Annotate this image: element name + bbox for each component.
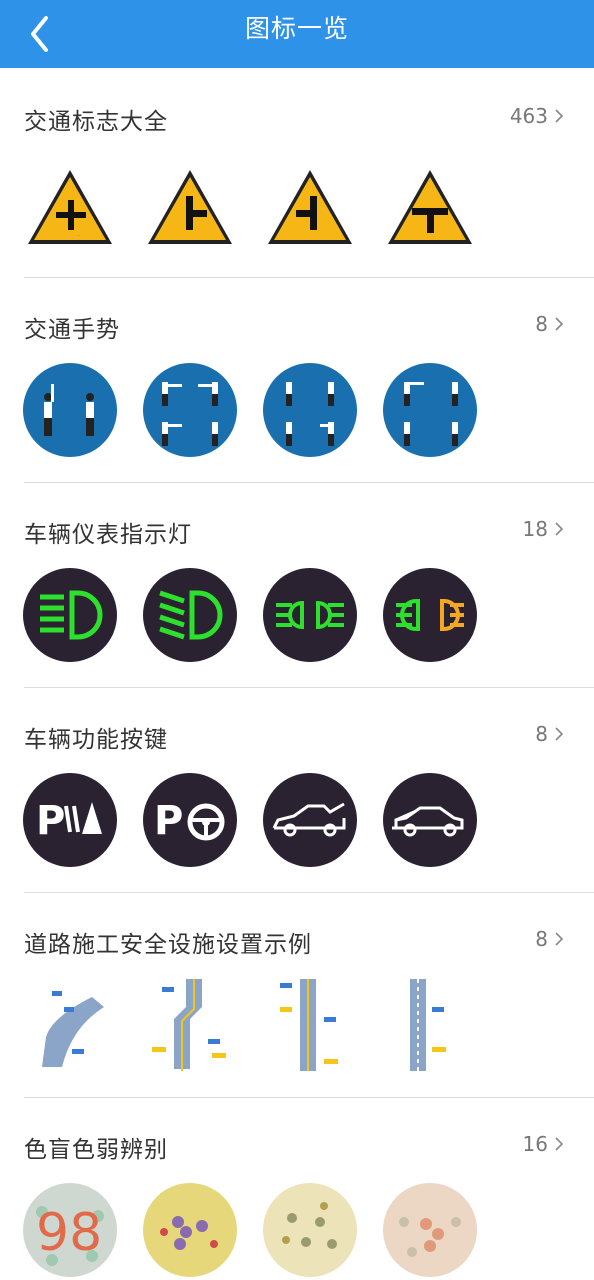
count-label: 8	[535, 312, 548, 336]
park-assist-icon[interactable]: P	[142, 772, 238, 868]
section-vehicle-buttons[interactable]: 车辆功能按键 8 P P	[0, 688, 594, 893]
app-header: 图标一览	[0, 0, 594, 68]
section-dashboard-lights[interactable]: 车辆仪表指示灯 18	[0, 483, 594, 688]
police-gesture-icon[interactable]	[262, 362, 358, 458]
color-plate-icon[interactable]	[142, 1182, 238, 1278]
page-title: 图标一览	[244, 14, 349, 43]
section-title: 车辆功能按键	[24, 727, 168, 753]
count-label: 8	[535, 722, 548, 746]
section-title: 交通手势	[24, 317, 120, 343]
section-count: 8	[535, 927, 566, 951]
section-count: 8	[535, 312, 566, 336]
low-beam-icon[interactable]	[142, 567, 238, 663]
position-light-icon[interactable]	[262, 567, 358, 663]
chevron-right-icon	[555, 317, 564, 331]
fog-light-icon[interactable]	[382, 567, 478, 663]
count-label: 16	[522, 1132, 548, 1156]
svg-text:P: P	[36, 798, 65, 844]
chevron-right-icon	[555, 1137, 564, 1151]
color-plate-icon[interactable]	[262, 1182, 358, 1278]
section-traffic-gestures[interactable]: 交通手势 8	[0, 278, 594, 483]
section-title: 道路施工安全设施设置示例	[24, 932, 312, 958]
svg-text:P: P	[154, 798, 183, 844]
crossroad-sign-icon[interactable]: ·	[22, 164, 118, 260]
section-count: 16	[523, 1132, 566, 1156]
section-roadwork-examples[interactable]: 道路施工安全设施设置示例 8	[0, 893, 594, 1098]
color-plate-icon[interactable]: 98	[22, 1182, 118, 1278]
svg-text:·: ·	[78, 233, 79, 238]
police-gesture-icon[interactable]	[22, 362, 118, 458]
section-count: 18	[523, 517, 566, 541]
police-gesture-icon[interactable]	[382, 362, 478, 458]
section-color-blind-test[interactable]: 色盲色弱辨别 16 98	[0, 1098, 594, 1280]
section-count: 463	[510, 104, 566, 128]
hood-open-icon[interactable]	[382, 772, 478, 868]
left-side-road-sign-icon[interactable]	[262, 164, 358, 260]
police-gesture-icon[interactable]	[142, 362, 238, 458]
section-title: 交通标志大全	[24, 109, 168, 135]
section-title: 车辆仪表指示灯	[24, 522, 192, 548]
chevron-right-icon	[555, 522, 564, 536]
section-count: 8	[535, 722, 566, 746]
roadwork-diagram-icon[interactable]	[262, 977, 358, 1073]
section-traffic-signs[interactable]: 交通标志大全 463 ·	[0, 68, 594, 278]
roadwork-diagram-icon[interactable]	[142, 977, 238, 1073]
color-plate-icon[interactable]	[382, 1182, 478, 1278]
roadwork-diagram-icon[interactable]	[22, 977, 118, 1073]
section-title: 色盲色弱辨别	[24, 1137, 168, 1163]
chevron-right-icon	[555, 109, 564, 123]
high-beam-icon[interactable]	[22, 567, 118, 663]
trunk-open-icon[interactable]	[262, 772, 358, 868]
parking-sensor-icon[interactable]: P	[22, 772, 118, 868]
roadwork-diagram-icon[interactable]	[382, 977, 478, 1073]
t-junction-sign-icon[interactable]	[382, 164, 478, 260]
count-label: 463	[509, 104, 548, 128]
chevron-right-icon	[555, 932, 564, 946]
count-label: 18	[522, 517, 548, 541]
count-label: 8	[535, 927, 548, 951]
chevron-right-icon	[555, 727, 564, 741]
side-road-sign-icon[interactable]	[142, 164, 238, 260]
svg-text:98: 98	[36, 1203, 102, 1263]
